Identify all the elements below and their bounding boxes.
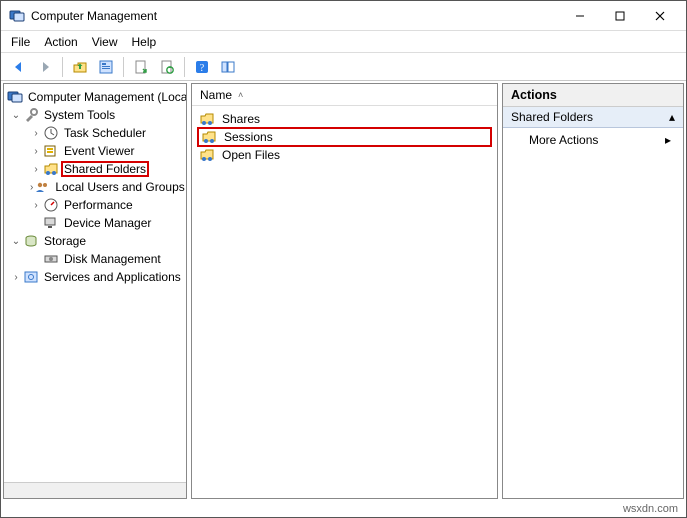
tree-disk-management[interactable]: · Disk Management xyxy=(6,250,184,268)
performance-icon xyxy=(43,197,59,213)
menu-view[interactable]: View xyxy=(92,35,118,49)
forward-button[interactable] xyxy=(33,56,57,78)
tree-label: Shared Folders xyxy=(62,162,148,176)
menu-file[interactable]: File xyxy=(11,35,30,49)
list-item-label: Sessions xyxy=(224,130,273,144)
toolbar-separator xyxy=(62,57,63,77)
tree-label: Device Manager xyxy=(62,216,153,230)
watermark: wsxdn.com xyxy=(623,503,678,515)
tree-root-label: Computer Management (Local) xyxy=(26,90,187,104)
tree-services-applications[interactable]: › Services and Applications xyxy=(6,268,184,286)
show-hide-tree-button[interactable] xyxy=(216,56,240,78)
toolbar-separator xyxy=(184,57,185,77)
tree-label: Task Scheduler xyxy=(62,126,148,140)
collapse-icon: ▴ xyxy=(669,110,675,124)
help-button[interactable]: ? xyxy=(190,56,214,78)
tree-label: Storage xyxy=(42,234,88,248)
tools-icon xyxy=(23,107,39,123)
list-item-label: Open Files xyxy=(222,148,280,162)
sort-ascending-icon: ˄ xyxy=(238,90,243,100)
tree-local-users[interactable]: › Local Users and Groups xyxy=(6,178,184,196)
list-item-shares[interactable]: Shares xyxy=(198,110,491,128)
collapse-icon[interactable]: ⌄ xyxy=(10,236,22,247)
close-button[interactable] xyxy=(640,2,680,30)
disk-icon xyxy=(43,251,59,267)
expand-icon[interactable]: › xyxy=(30,146,42,157)
services-icon xyxy=(23,269,39,285)
list-item-sessions[interactable]: Sessions xyxy=(198,128,491,146)
results-list-pane[interactable]: Name ˄ Shares Sessions Open Files xyxy=(191,83,498,499)
shared-folder-icon xyxy=(199,147,215,163)
users-icon xyxy=(34,179,50,195)
window-title: Computer Management xyxy=(31,9,560,23)
expand-icon[interactable]: › xyxy=(30,182,33,193)
menu-help[interactable]: Help xyxy=(132,35,157,49)
toolbar: ? xyxy=(1,53,686,81)
export-list-button[interactable] xyxy=(129,56,153,78)
tree-device-manager[interactable]: · Device Manager xyxy=(6,214,184,232)
horizontal-scrollbar[interactable] xyxy=(4,482,186,498)
actions-item-label: More Actions xyxy=(529,133,598,147)
tree-label: Disk Management xyxy=(62,252,163,266)
device-manager-icon xyxy=(43,215,59,231)
actions-more-actions[interactable]: More Actions ▸ xyxy=(503,128,683,152)
expand-icon[interactable]: › xyxy=(30,164,42,175)
compmgmt-icon xyxy=(9,8,25,24)
clock-icon xyxy=(43,125,59,141)
tree-label: Performance xyxy=(62,198,135,212)
actions-header: Actions xyxy=(503,84,683,107)
svg-text:?: ? xyxy=(200,63,205,74)
toolbar-separator xyxy=(123,57,124,77)
refresh-button[interactable] xyxy=(155,56,179,78)
client-area: Computer Management (Local) ⌄ System Too… xyxy=(1,81,686,501)
window-controls xyxy=(560,2,680,30)
up-level-button[interactable] xyxy=(68,56,92,78)
minimize-button[interactable] xyxy=(560,2,600,30)
actions-group[interactable]: Shared Folders ▴ xyxy=(503,107,683,128)
actions-group-label: Shared Folders xyxy=(511,110,593,124)
shared-folder-icon xyxy=(201,129,217,145)
expand-icon[interactable]: › xyxy=(30,200,42,211)
menu-action[interactable]: Action xyxy=(44,35,77,49)
list-item-open-files[interactable]: Open Files xyxy=(198,146,491,164)
scope-tree-pane[interactable]: Computer Management (Local) ⌄ System Too… xyxy=(3,83,187,499)
tree-storage[interactable]: ⌄ Storage xyxy=(6,232,184,250)
expand-icon[interactable]: › xyxy=(10,272,22,283)
tree-task-scheduler[interactable]: › Task Scheduler xyxy=(6,124,184,142)
actions-pane: Actions Shared Folders ▴ More Actions ▸ xyxy=(502,83,684,499)
properties-button[interactable] xyxy=(94,56,118,78)
storage-icon xyxy=(23,233,39,249)
tree-system-tools[interactable]: ⌄ System Tools xyxy=(6,106,184,124)
shared-folder-icon xyxy=(199,111,215,127)
expand-icon[interactable]: › xyxy=(30,128,42,139)
collapse-icon[interactable]: ⌄ xyxy=(10,110,22,121)
column-header-label: Name xyxy=(200,88,232,102)
shared-folders-icon xyxy=(43,161,59,177)
column-name[interactable]: Name ˄ xyxy=(200,88,243,102)
tree-label: System Tools xyxy=(42,108,117,122)
maximize-button[interactable] xyxy=(600,2,640,30)
tree-performance[interactable]: › Performance xyxy=(6,196,184,214)
tree-label: Local Users and Groups xyxy=(53,180,186,194)
event-viewer-icon xyxy=(43,143,59,159)
list-header[interactable]: Name ˄ xyxy=(192,84,497,106)
title-bar: Computer Management xyxy=(1,1,686,31)
menu-bar: File Action View Help xyxy=(1,31,686,53)
back-button[interactable] xyxy=(7,56,31,78)
tree-label: Event Viewer xyxy=(62,144,136,158)
tree-label: Services and Applications xyxy=(42,270,183,284)
tree-root[interactable]: Computer Management (Local) xyxy=(6,88,184,106)
list-item-label: Shares xyxy=(222,112,260,126)
compmgmt-icon xyxy=(7,89,23,105)
tree-event-viewer[interactable]: › Event Viewer xyxy=(6,142,184,160)
list-body: Shares Sessions Open Files xyxy=(192,106,497,168)
submenu-arrow-icon: ▸ xyxy=(665,133,671,147)
tree-shared-folders[interactable]: › Shared Folders xyxy=(6,160,184,178)
